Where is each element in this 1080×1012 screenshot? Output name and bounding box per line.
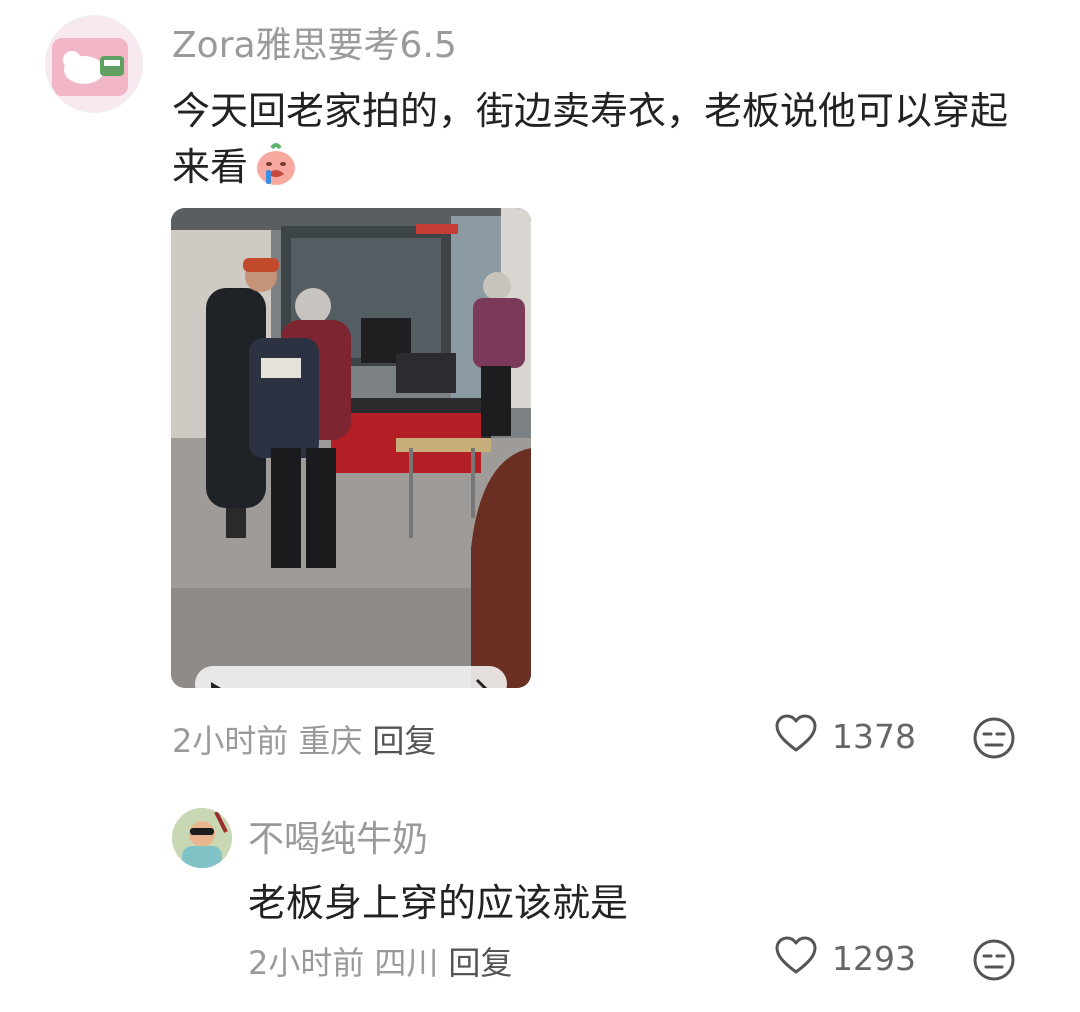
comment-meta: 2小时前 四川 回复: [248, 938, 512, 984]
neutral-face-icon: [972, 939, 1016, 986]
like-count: 1293: [832, 938, 916, 978]
heart-outline-icon: [774, 936, 818, 980]
comment-location: 重庆: [298, 722, 363, 760]
comment-meta: 2小时前 重庆 回复: [172, 716, 436, 762]
comment-username[interactable]: 不喝纯牛奶: [248, 810, 428, 862]
comment-text: 今天回老家拍的，街边卖寿衣，老板说他可以穿起来看: [172, 83, 1032, 195]
dislike-button[interactable]: [972, 938, 1016, 986]
like-button[interactable]: 1293: [774, 936, 916, 980]
like-button[interactable]: 1378: [774, 714, 916, 758]
crying-face-emoji-icon: [252, 140, 300, 188]
comment-text: 老板身上穿的应该就是: [248, 881, 629, 925]
comment-photo[interactable]: [171, 208, 531, 688]
comment-time: 2小时前: [172, 722, 289, 760]
reply-button[interactable]: 回复: [448, 944, 512, 982]
comment-username[interactable]: Zora雅思要考6.5: [172, 16, 457, 68]
heart-outline-icon: [774, 714, 818, 758]
neutral-face-icon: [972, 717, 1016, 764]
reply-button[interactable]: 回复: [372, 722, 436, 760]
user-avatar[interactable]: [172, 808, 232, 868]
user-avatar[interactable]: [45, 15, 143, 113]
comment-time: 2小时前: [248, 944, 365, 982]
like-count: 1378: [832, 716, 916, 756]
comment-location: 四川: [374, 944, 439, 982]
dislike-button[interactable]: [972, 716, 1016, 764]
